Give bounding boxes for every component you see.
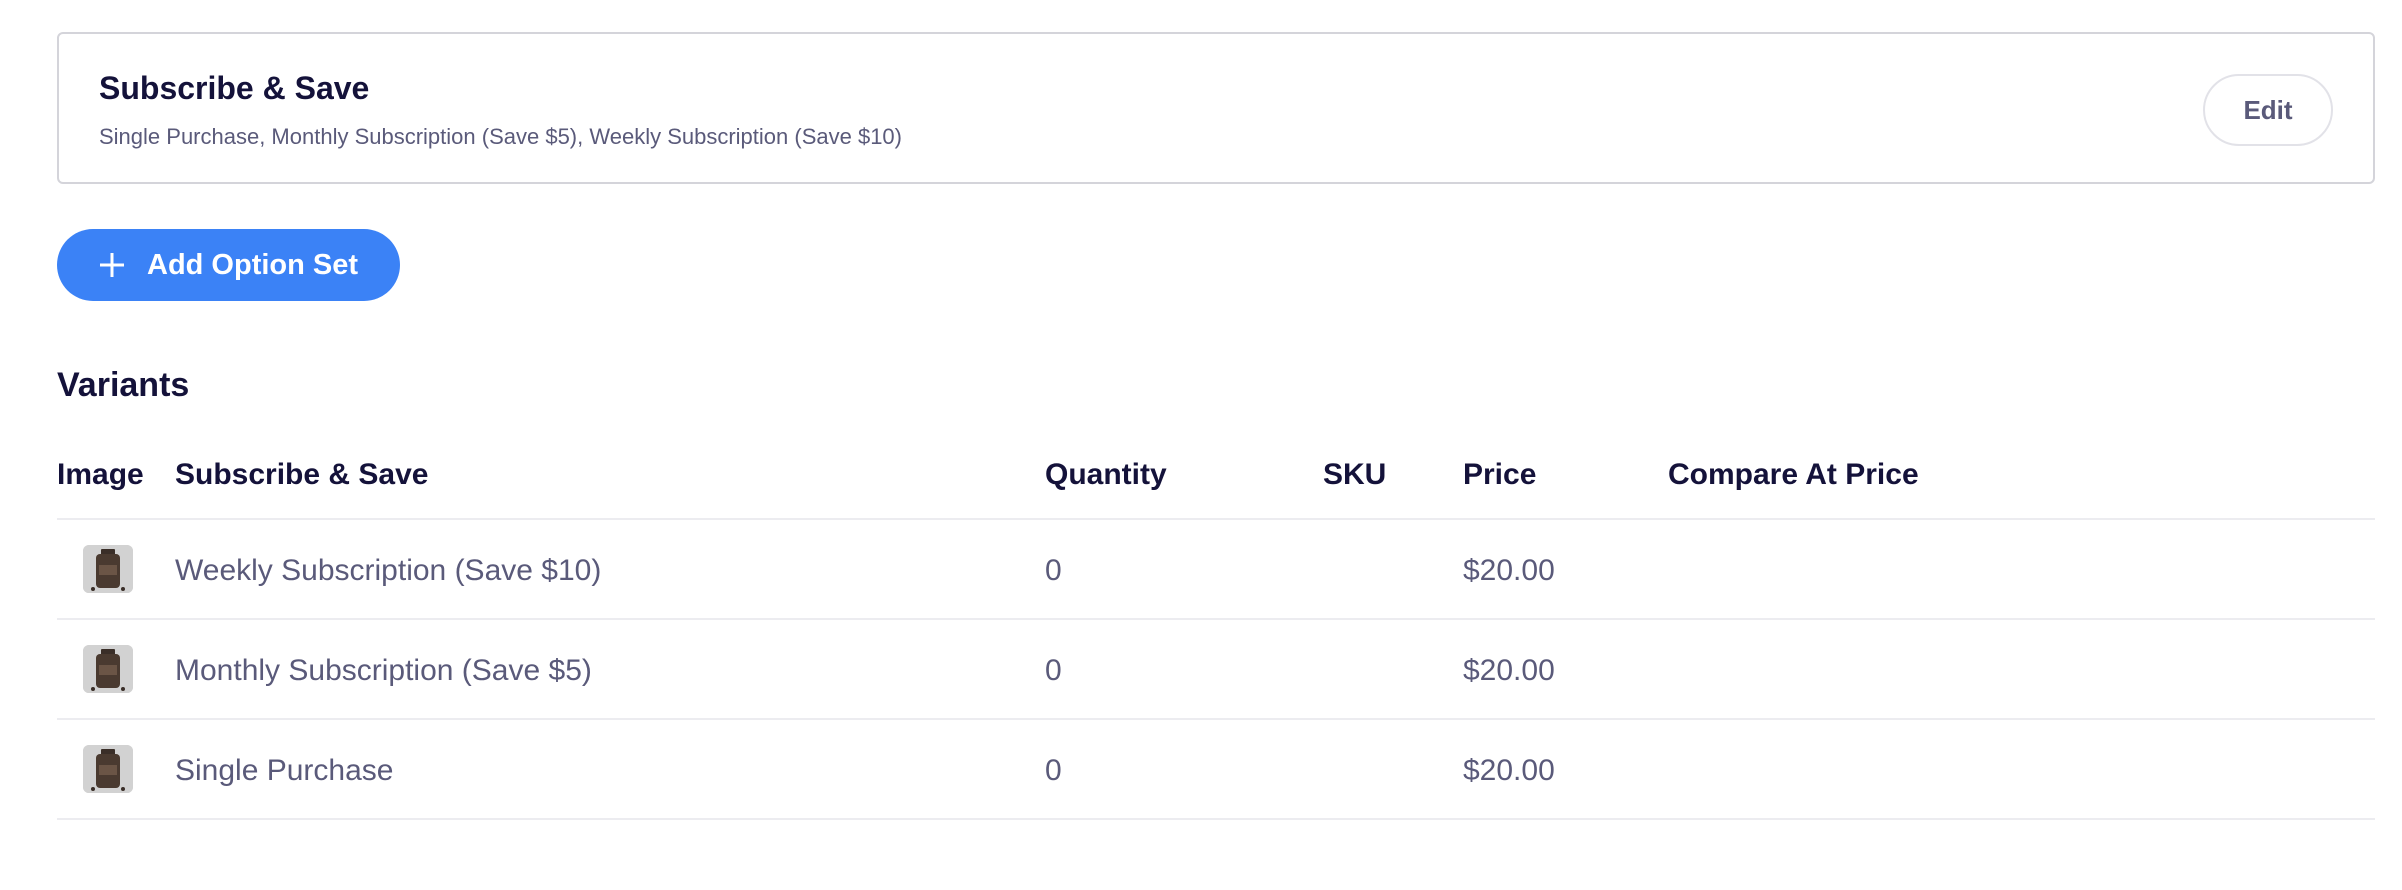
edit-option-set-button[interactable]: Edit [2203,74,2333,146]
add-option-set-button[interactable]: Add Option Set [57,229,400,301]
column-header-compare-at-price: Compare At Price [1668,458,1919,491]
option-set-card: Subscribe & Save Single Purchase, Monthl… [57,32,2375,184]
variant-price: $20.00 [1463,654,1555,687]
product-bottle-thumbnail[interactable] [83,545,133,593]
product-bottle-thumbnail[interactable] [83,745,133,793]
product-bottle-thumbnail[interactable] [83,645,133,693]
variant-row[interactable]: Monthly Subscription (Save $5) 0 $20.00 [0,620,2402,720]
column-header-image: Image [57,458,144,491]
variant-name: Monthly Subscription (Save $5) [175,654,592,687]
variant-row[interactable]: Single Purchase 0 $20.00 [0,720,2402,820]
column-header-subscribe-save: Subscribe & Save [175,458,429,491]
variants-heading: Variants [57,366,190,404]
plus-icon [99,252,125,278]
option-set-title: Subscribe & Save [99,70,370,106]
variant-quantity: 0 [1045,654,1062,687]
add-option-set-label: Add Option Set [147,248,359,281]
variant-row[interactable]: Weekly Subscription (Save $10) 0 $20.00 [0,520,2402,620]
variant-name: Single Purchase [175,754,394,787]
column-header-sku: SKU [1323,458,1387,491]
variants-table-header: Image Subscribe & Save Quantity SKU Pric… [0,458,2402,498]
column-header-price: Price [1463,458,1537,491]
variant-price: $20.00 [1463,754,1555,787]
variant-quantity: 0 [1045,554,1062,587]
variant-price: $20.00 [1463,554,1555,587]
variant-name: Weekly Subscription (Save $10) [175,554,602,587]
row-divider [57,818,2375,820]
column-header-quantity: Quantity [1045,458,1167,491]
variant-quantity: 0 [1045,754,1062,787]
option-set-values: Single Purchase, Monthly Subscription (S… [99,124,902,149]
